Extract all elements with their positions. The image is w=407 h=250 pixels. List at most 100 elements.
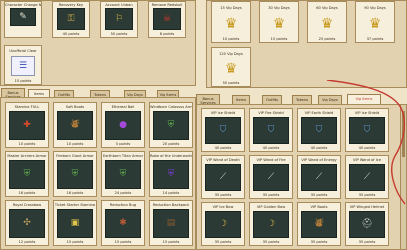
- shop-item-card[interactable]: Windborn Colossus Armor ⛨ 20 points: [149, 102, 193, 148]
- tab-vip-items[interactable]: Vip Items: [157, 90, 179, 97]
- tab-bonus-services[interactable]: Bonus Services: [1, 88, 25, 99]
- card-price: 10 points: [66, 142, 84, 146]
- tab-vip-items[interactable]: Vip Items: [347, 94, 381, 104]
- crown-icon: ♛: [316, 14, 338, 34]
- shop-item-card[interactable]: VIP Wand of Death ⟋ 35 points: [201, 155, 245, 199]
- shop-item-card[interactable]: Robe of the Underworld ⛨ 14 points: [149, 151, 193, 197]
- shop-card-remove-redskull[interactable]: Remove Redskull ☠ 8 points: [148, 1, 186, 38]
- wand-icon: ⟋: [205, 164, 241, 191]
- shop-item-card[interactable]: VIP Earth Shield ⛉ 40 points: [297, 108, 341, 152]
- card-title: Character Change Name: [5, 3, 41, 7]
- card-price: 50 points: [222, 81, 240, 85]
- shop-item-card[interactable]: VIP Fire Shield ⛉ 40 points: [249, 108, 293, 152]
- card-title: VIP Fire Shield: [258, 111, 284, 115]
- bow-icon: ☽: [253, 211, 289, 238]
- card-price: 16 points: [66, 191, 84, 195]
- card-price: 15 points: [14, 79, 32, 83]
- potion-icon: ✚: [9, 111, 45, 140]
- card-price: 20 points: [162, 142, 180, 146]
- shop-item-card[interactable]: VIP Wand of Ice ⟋ 35 points: [345, 155, 389, 199]
- card-title: Ticket Starter Stamina: [54, 203, 96, 207]
- tab-outfits[interactable]: Outfits: [54, 90, 74, 97]
- scrollbar[interactable]: [400, 105, 406, 249]
- shop-item-card[interactable]: VIP Ice Bow ☽ 35 points: [201, 202, 245, 246]
- tab-items[interactable]: Items: [28, 89, 50, 97]
- shop-card-account-unban[interactable]: Account Unban ⚐ 50 points: [100, 1, 138, 38]
- boots-icon: ⛇: [57, 111, 93, 140]
- card-title: Soft Boots: [65, 105, 85, 109]
- shop-card-15-vip-days[interactable]: 15 Vip Days ♛ 10 points: [211, 1, 251, 43]
- shop-item-card[interactable]: Reduction Bug ✱ 15 points: [101, 200, 145, 246]
- skull-icon: ☠: [153, 8, 181, 30]
- shield-icon: ⛉: [301, 117, 337, 144]
- armor-icon: ⛨: [9, 160, 45, 189]
- card-price: 40 points: [358, 146, 376, 150]
- crown-icon: ♛: [220, 59, 242, 79]
- shop-item-card[interactable]: VIP Ice Shield ⛉ 40 points: [345, 108, 389, 152]
- scrollbar-thumb[interactable]: [402, 111, 405, 157]
- card-price: 35 points: [262, 240, 280, 244]
- shield-icon: ⛉: [253, 117, 289, 144]
- shop-card-60-vip-days[interactable]: 60 Vip Days ♛ 25 points: [307, 1, 347, 43]
- scroll-icon: ✎: [10, 8, 36, 26]
- helmet-icon: ⛑: [349, 211, 385, 238]
- crossbow-icon: ✣: [9, 209, 45, 238]
- card-price: 15 points: [270, 37, 288, 41]
- tab-vip-days[interactable]: Vip Days: [124, 90, 146, 97]
- shop-item-card[interactable]: Reduction Backpack ▤ 15 points: [149, 200, 193, 246]
- card-title: Earthborn Titan Armor: [102, 154, 144, 158]
- card-title: 120 Vip Days: [219, 52, 243, 56]
- tab-vip-days[interactable]: Vip Days: [318, 95, 342, 104]
- bug-icon: ✱: [105, 209, 141, 238]
- bow-icon: ☽: [205, 211, 241, 238]
- orb-icon: ●: [105, 111, 141, 140]
- shop-page: Character Change Name ✎ Recovery Key ⚿ 4…: [0, 0, 407, 250]
- card-title: 90 Vip Days: [364, 6, 386, 10]
- card-title: VIP Ice Bow: [212, 205, 234, 209]
- card-price: 35 points: [214, 193, 232, 197]
- shop-item-card[interactable]: Stamina FULL ✚ 10 points: [5, 102, 49, 148]
- shop-item-card[interactable]: Soft Boots ⛇ 10 points: [53, 102, 97, 148]
- unban-icon: ⚐: [105, 8, 133, 30]
- shop-card-120-vip-days[interactable]: 120 Vip Days ♛ 50 points: [211, 47, 251, 87]
- card-price: 40 points: [62, 32, 80, 36]
- right-items-panel: VIP Ice Shield ⛉ 40 points VIP Fire Shield ⛉…: [196, 104, 407, 250]
- shop-item-card[interactable]: VIP Ice Shield ⛉ 40 points: [201, 108, 245, 152]
- shop-item-card[interactable]: VIP Golden Bow ☽ 35 points: [249, 202, 293, 246]
- shop-item-card[interactable]: VIP Wand of Energy ⟋ 35 points: [297, 155, 341, 199]
- tab-tokens[interactable]: Tokens: [90, 90, 110, 97]
- shop-item-card[interactable]: Ticket Starter Stamina ▣ 15 points: [53, 200, 97, 246]
- shop-item-card[interactable]: VIP Boots ⛇ 35 points: [297, 202, 341, 246]
- card-price: 50 points: [110, 32, 128, 36]
- card-price: 8 points: [159, 32, 175, 36]
- top-left-panel: Character Change Name ✎ Recovery Key ⚿ 4…: [0, 0, 196, 86]
- shop-item-card[interactable]: Royal Crossbow ✣ 12 points: [5, 200, 49, 246]
- shop-item-card[interactable]: VIP Winged Helmet ⛑ 35 points: [345, 202, 389, 246]
- card-price: 5 points: [115, 142, 131, 146]
- shop-card-90-vip-days[interactable]: 90 Vip Days ♛ 37 points: [355, 1, 395, 43]
- shop-item-card[interactable]: Ethereal Ball ● 5 points: [101, 102, 145, 148]
- robe-icon: ⛨: [153, 160, 189, 189]
- tab-outfits[interactable]: Outfits: [262, 95, 282, 104]
- card-title: Ethereal Ball: [111, 105, 135, 109]
- card-title: 30 Vip Days: [268, 6, 290, 10]
- shop-card-recovery-key[interactable]: Recovery Key ⚿ 40 points: [52, 1, 90, 38]
- shop-card-character-change-name[interactable]: Character Change Name ✎: [4, 1, 42, 38]
- shop-card-unofficial-clear[interactable]: Unofficial Clear ☰ 15 points: [4, 45, 42, 85]
- shop-item-card[interactable]: Fireborn Giant Armor ⛨ 16 points: [53, 151, 97, 197]
- top-right-panel: 15 Vip Days ♛ 10 points 30 Vip Days ♛ 15…: [206, 0, 407, 88]
- tab-bonus-services[interactable]: Bonus Services: [196, 94, 220, 105]
- tab-items[interactable]: Items: [232, 95, 250, 104]
- card-title: VIP Wand of Fire: [256, 158, 286, 162]
- card-price: 35 points: [214, 240, 232, 244]
- shop-card-30-vip-days[interactable]: 30 Vip Days ♛ 15 points: [259, 1, 299, 43]
- shop-item-card[interactable]: Earthborn Titan Armor ⛨ 24 points: [101, 151, 145, 197]
- shop-item-card[interactable]: Master Archers Armor ⛨ 16 points: [5, 151, 49, 197]
- card-price: 24 points: [114, 191, 132, 195]
- shop-item-card[interactable]: VIP Wand of Fire ⟋ 35 points: [249, 155, 293, 199]
- card-price: 15 points: [162, 240, 180, 244]
- ticket-icon: ▣: [57, 209, 93, 238]
- card-title: Robe of the Underworld: [150, 154, 192, 158]
- tab-tokens[interactable]: Tokens: [292, 95, 312, 104]
- card-title: VIP Wand of Energy: [301, 158, 337, 162]
